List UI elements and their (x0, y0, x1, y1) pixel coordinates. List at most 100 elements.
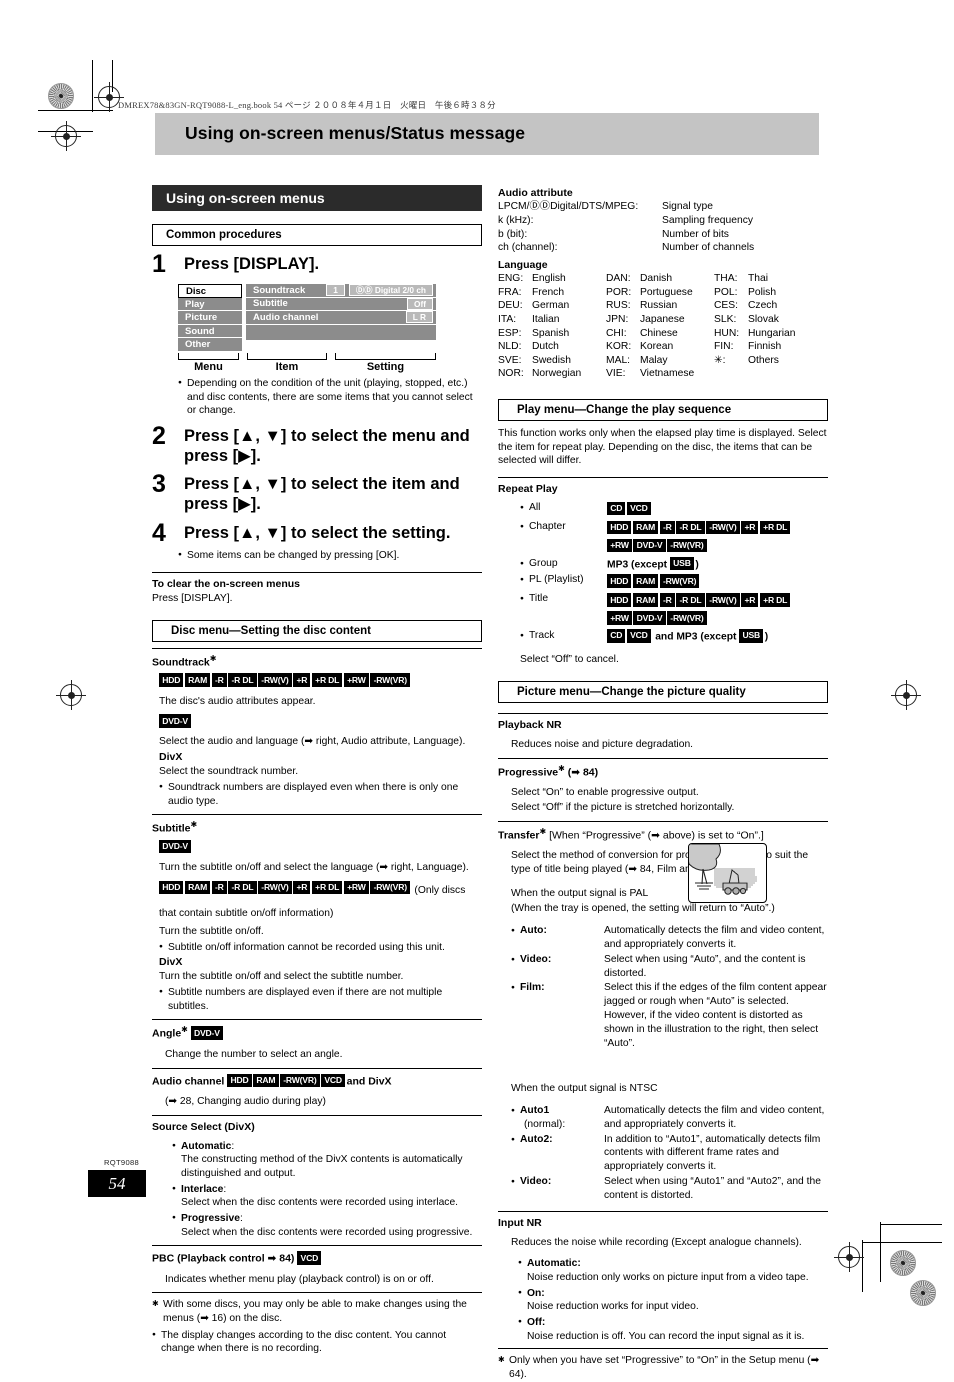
language-code: FRA: (498, 286, 522, 298)
transfer-ntsc-option-auto2: Auto2: In addition to “Auto1”, automatic… (511, 1133, 828, 1174)
pbc-heading-text: PBC (Playback control ➡ 84) (152, 1252, 295, 1265)
progressive-heading-text: Progressive (498, 766, 559, 779)
disc-tags: USB (669, 556, 695, 571)
soundtrack-heading-text: Soundtrack (152, 656, 210, 669)
disc-tag: -R DL (228, 673, 257, 687)
osd-menu-disc: Disc (178, 284, 242, 298)
language-code: CHI: (606, 327, 627, 339)
table-row: KOR: Korean (606, 340, 714, 354)
language-name: Malay (640, 354, 668, 366)
disc-tag: +R (293, 673, 311, 687)
footnote-marker: ✱ (209, 653, 217, 663)
input-nr-term-off: Off: (527, 1317, 546, 1328)
subtitle-bullet-1: Subtitle on/off information cannot be re… (159, 941, 482, 955)
input-nr-term-automatic: Automatic: (527, 1258, 581, 1270)
table-row: HUN: Hungarian (714, 327, 796, 341)
language-column-1: ENG: English FRA: French DEU: German ITA: It… (498, 272, 606, 381)
transfer-pal-term-auto: Auto: (511, 924, 604, 952)
osd-item-soundtrack: Soundtrack 1 ⒹⒹ Digital 2/0 ch (246, 284, 436, 298)
source-select-term-interlace: Interlace (181, 1183, 224, 1195)
brace-label-setting: Setting (366, 360, 405, 373)
disc-tags: +RW DVD-V -RW(VR) (607, 610, 708, 627)
table-row: CES: Czech (714, 299, 796, 313)
footnote-marker: ✱ (190, 820, 198, 830)
audio-channel-tags: HDD RAM -RW(VR) VCD (227, 1073, 346, 1087)
osd-empty-row (246, 324, 436, 340)
input-nr-desc-off: Noise reduction is off. You can record t… (527, 1330, 805, 1342)
disc-tag: VCD (626, 501, 651, 516)
source-select-term-automatic: Automatic (181, 1140, 232, 1152)
repeat-play-row-playlist: PL (Playlist) HDDRAM-RW(VR) (520, 573, 828, 591)
language-code: JPN: (606, 313, 629, 325)
language-name: Slovak (748, 313, 779, 325)
input-nr-body: Reduces the noise while recording (Excep… (511, 1236, 802, 1248)
subtitle-line-2: Turn the subtitle on/off. (159, 925, 264, 937)
disc-tag: VCD (626, 629, 651, 643)
pbc-tags: VCD (297, 1251, 322, 1265)
soundtrack-bullet: Soundtrack numbers are displayed even wh… (159, 781, 482, 808)
divider (152, 1245, 482, 1247)
transfer-ntsc-option-video: Video: Select when using “Auto1” and “Au… (511, 1175, 828, 1203)
step-1: 1 Press [DISPLAY]. (152, 252, 482, 277)
language-name: Danish (640, 273, 673, 285)
table-row: NLD: Dutch (498, 340, 606, 354)
language-name: Thai (748, 273, 769, 285)
language-name: Italian (532, 313, 560, 325)
disc-tag: RAM (632, 520, 659, 535)
illustration-svg (689, 844, 757, 895)
soundtrack-line-3: Select the soundtrack number. (159, 766, 299, 778)
disc-tag: DVD-V (159, 839, 192, 854)
transfer-ntsc-options: Auto1 (normal): Automatically detects th… (511, 1104, 828, 1203)
brace-label-menu: Menu (194, 360, 223, 373)
table-row: RUS: Russian (606, 299, 714, 313)
disc-tag: -R DL (228, 880, 257, 895)
osd-value-subtitle: Off (407, 297, 433, 310)
table-row: ESP: Spanish (498, 327, 606, 341)
disc-tag: HDD (607, 593, 632, 607)
audio-attribute-value: Sampling frequency (662, 214, 754, 226)
step-2: 2 Press [▲, ▼] to select the menu and pr… (152, 424, 482, 466)
crop-mark (880, 1224, 942, 1225)
disc-tag: +RW (607, 538, 632, 553)
disc-tag: -R DL (676, 593, 705, 607)
language-code: POR: (606, 286, 632, 298)
disc-tag: -RW(VR) (370, 673, 411, 687)
audio-attribute-value: Signal type (662, 201, 713, 212)
transfer-ntsc-term-auto1-normal: (normal): (524, 1118, 566, 1130)
disc-tag: CD (607, 501, 626, 516)
step-4-text: Press [▲, ▼] to select the setting. (184, 523, 451, 542)
brace-item (246, 352, 327, 360)
audio-attribute-heading: Audio attribute (498, 187, 573, 199)
osd-value-audio-channel: L R (405, 311, 433, 324)
progressive-line-1: Select “On” to enable progressive output… (511, 786, 699, 798)
disc-tag: -RW(VR) (667, 611, 707, 625)
repeat-play-row-chapter: Chapter HDDRAM-R-R DL-RW(V)+R+R DL +RWDV… (520, 520, 828, 556)
audio-attribute-key: b (bit): (498, 228, 528, 240)
language-name: Finnish (748, 341, 782, 353)
disc-tag: -RW(VR) (659, 574, 700, 588)
disc-tag: -R (659, 593, 675, 607)
language-name: Swedish (532, 354, 571, 366)
disc-tag: VCD (321, 1073, 346, 1087)
repeat-play-cancel-note: Select “Off” to cancel. (520, 653, 619, 665)
table-row: MAL: Malay (606, 354, 714, 368)
left-footnote: ✱ With some discs, you may only be able … (152, 1298, 482, 1325)
step-2-number: 2 (152, 422, 166, 451)
disc-tags: USB (739, 629, 764, 643)
language-name: Norwegian (532, 368, 582, 380)
subtitle-tags-2: HDD RAM -R -R DL -RW(V) +R +R DL +RW -RW(VR) (On… (159, 877, 482, 923)
osd-item-subtitle: Subtitle Off (246, 297, 436, 312)
transfer-pal-desc-video: Select when using “Auto”, and the conten… (604, 953, 806, 979)
audio-channel-heading: Audio channel HDD RAM -RW(VR) VCD and DivX (152, 1073, 482, 1089)
divider (152, 1292, 482, 1294)
table-row: b (bit): Number of bits (498, 228, 828, 242)
transfer-pal-desc-auto: Automatically detects the film and video… (604, 925, 825, 950)
soundtrack-tags-1: HDD RAM -R -R DL -RW(V) +R +R DL +RW -RW(VR) (159, 669, 482, 692)
osd-brace-row (178, 352, 436, 360)
disc-tags: HDD RAM -RW(VR) (607, 573, 701, 590)
divider (498, 713, 828, 715)
divider (152, 1114, 482, 1116)
disc-tags: +RW DVD-V -RW(VR) (607, 538, 708, 555)
language-code: ESP: (498, 327, 522, 339)
soundtrack-line-1: The disc's audio attributes appear. (159, 695, 316, 707)
